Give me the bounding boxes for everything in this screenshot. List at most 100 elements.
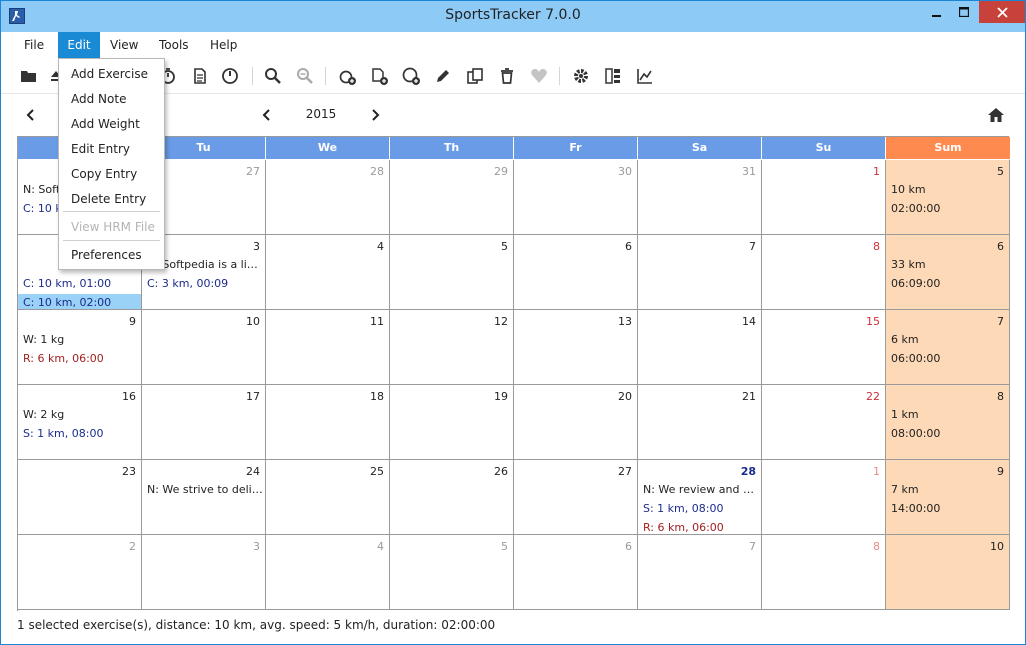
day-cell[interactable]: 5 (390, 535, 514, 610)
calendar-entry[interactable]: R: 6 km, 06:00 (642, 519, 759, 534)
document-icon[interactable] (190, 66, 210, 86)
day-number: 29 (494, 165, 508, 178)
day-cell[interactable]: 17 (142, 385, 266, 460)
overview-icon[interactable] (603, 66, 623, 86)
heart-icon[interactable] (529, 66, 549, 86)
zoom-in-icon[interactable] (263, 66, 283, 86)
day-cell[interactable]: 6 (514, 235, 638, 310)
previous-year-icon[interactable] (259, 107, 275, 123)
menu-item-delete-entry[interactable]: Delete Entry (59, 187, 164, 212)
menu-item-add-exercise[interactable]: Add Exercise (59, 62, 164, 87)
week-summary-cell: 7 6 km 06:00:00 (886, 310, 1010, 385)
day-header-sum: Sum (886, 137, 1010, 159)
open-folder-icon[interactable] (19, 66, 39, 86)
day-cell[interactable]: 8 (762, 235, 886, 310)
day-cell[interactable]: 21 (638, 385, 762, 460)
minimize-button[interactable] (923, 1, 951, 23)
day-cell[interactable]: 27 (514, 460, 638, 535)
day-cell[interactable]: 30 (514, 160, 638, 235)
maximize-button[interactable] (951, 1, 977, 23)
day-cell[interactable]: 3 (142, 535, 266, 610)
day-cell[interactable]: 26 (390, 460, 514, 535)
calendar-entry[interactable]: R: 6 km, 06:00 (22, 350, 139, 367)
zoom-out-icon[interactable] (295, 66, 315, 86)
close-icon (996, 6, 1008, 18)
week-summary-cell: 10 (886, 535, 1010, 610)
day-cell[interactable]: 4 (266, 535, 390, 610)
calendar-entry[interactable]: W: 2 kg (22, 406, 139, 423)
menu-view[interactable]: View (102, 32, 146, 58)
day-cell[interactable]: 7 (638, 235, 762, 310)
day-cell[interactable]: 31 (638, 160, 762, 235)
add-weight-icon[interactable] (401, 66, 421, 86)
close-button[interactable] (979, 1, 1025, 23)
day-cell[interactable]: 29 (390, 160, 514, 235)
calendar-entry[interactable]: N: We review and categorize (642, 481, 759, 498)
day-cell[interactable]: 28 (266, 160, 390, 235)
add-note-icon[interactable] (369, 66, 389, 86)
day-cell[interactable]: 8 (762, 535, 886, 610)
statistics-icon[interactable] (635, 66, 655, 86)
calendar-entry[interactable]: N: We strive to deliver the best (146, 481, 263, 498)
day-cell[interactable]: 7 (638, 535, 762, 610)
day-number: 18 (370, 390, 384, 403)
day-cell[interactable]: 16 W: 2 kg S: 1 km, 08:00 (18, 385, 142, 460)
day-cell[interactable]: 25 (266, 460, 390, 535)
day-header-fr: Fr (514, 137, 638, 159)
next-year-icon[interactable] (367, 107, 383, 123)
maximize-icon (959, 7, 969, 17)
week-summary-line: 06:09:00 (891, 277, 941, 290)
day-header-sa: Sa (638, 137, 762, 159)
day-number: 3 (253, 540, 260, 553)
day-cell[interactable]: 24 N: We strive to deliver the best (142, 460, 266, 535)
day-cell[interactable]: 13 (514, 310, 638, 385)
day-cell[interactable]: 5 (390, 235, 514, 310)
day-cell[interactable]: 12 (390, 310, 514, 385)
day-cell[interactable]: 6 (514, 535, 638, 610)
home-icon[interactable] (987, 106, 1005, 124)
day-number: 31 (742, 165, 756, 178)
day-cell[interactable]: 19 (390, 385, 514, 460)
edit-icon[interactable] (433, 66, 453, 86)
day-cell[interactable]: 11 (266, 310, 390, 385)
title-bar: SportsTracker 7.0.0 (1, 1, 1025, 32)
day-cell[interactable]: 2 (18, 535, 142, 610)
add-exercise-icon[interactable] (337, 66, 357, 86)
calendar-entry[interactable]: C: 3 km, 00:09 (146, 275, 263, 292)
day-number: 7 (749, 540, 756, 553)
menu-item-copy-entry[interactable]: Copy Entry (59, 162, 164, 187)
day-cell[interactable]: 18 (266, 385, 390, 460)
settings-icon[interactable] (571, 66, 591, 86)
menu-item-edit-entry[interactable]: Edit Entry (59, 137, 164, 162)
day-number: 27 (618, 465, 632, 478)
day-cell[interactable]: 14 (638, 310, 762, 385)
previous-month-icon[interactable] (23, 107, 39, 123)
calendar-entry[interactable]: S: 1 km, 08:00 (642, 500, 759, 517)
day-cell[interactable]: 28 N: We review and categorize S: 1 km, 08… (638, 460, 762, 535)
week-number: 8 (997, 390, 1004, 403)
speedometer-icon[interactable] (220, 66, 240, 86)
day-cell[interactable]: 4 (266, 235, 390, 310)
day-cell[interactable]: 9 W: 1 kg R: 6 km, 06:00 (18, 310, 142, 385)
day-cell[interactable]: 22 (762, 385, 886, 460)
day-cell[interactable]: 1 (762, 460, 886, 535)
menu-item-add-note[interactable]: Add Note (59, 87, 164, 112)
calendar-entry[interactable]: W: 1 kg (22, 331, 139, 348)
week-summary-line: 14:00:00 (891, 502, 941, 515)
calendar-entry[interactable]: C: 10 km, 02:00 (18, 294, 141, 309)
menu-edit[interactable]: Edit (58, 32, 100, 58)
menu-file[interactable]: File (16, 32, 52, 58)
copy-icon[interactable] (465, 66, 485, 86)
delete-icon[interactable] (497, 66, 517, 86)
day-cell[interactable]: 20 (514, 385, 638, 460)
menu-item-preferences[interactable]: Preferences (59, 243, 164, 268)
calendar-entry[interactable]: C: 10 km, 01:00 (22, 275, 139, 292)
menu-help[interactable]: Help (202, 32, 245, 58)
menu-tools[interactable]: Tools (151, 32, 197, 58)
day-cell[interactable]: 1 (762, 160, 886, 235)
day-cell[interactable]: 10 (142, 310, 266, 385)
day-cell[interactable]: 23 (18, 460, 142, 535)
menu-item-add-weight[interactable]: Add Weight (59, 112, 164, 137)
day-cell[interactable]: 15 (762, 310, 886, 385)
calendar-entry[interactable]: S: 1 km, 08:00 (22, 425, 139, 442)
